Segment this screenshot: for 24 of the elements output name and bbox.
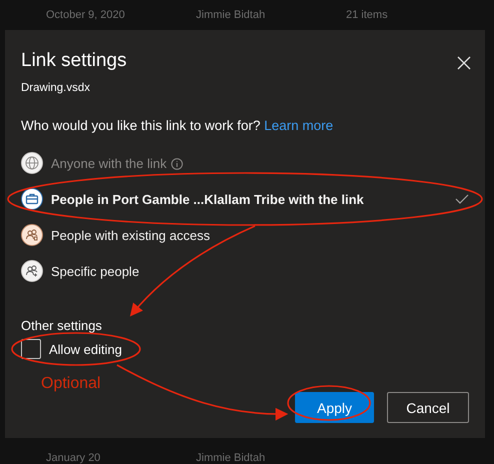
organization-option-icon [21,188,43,210]
anyone-option-icon [21,152,43,174]
apply-button[interactable]: Apply [295,392,374,423]
owner-text: Jimmie Bidtah [196,452,266,464]
learn-more-link[interactable]: Learn more [264,118,334,133]
file-name: Drawing.vsdx [21,82,92,94]
close-icon [457,56,471,70]
specific-option-icon [21,260,43,282]
existing-option-icon [21,224,43,246]
item-count-text: 21 items [346,9,389,21]
checkbox[interactable] [21,339,41,359]
section-heading: Other settings [21,318,103,333]
owner-text: Jimmie Bidtah [196,9,266,21]
annotation-label: Optional [41,375,101,392]
question-text: Who would you like this link to work for? Learn more [21,118,334,133]
link-option[interactable]: People in Port Gamble ...Klallam Tribe with the link [21,181,469,217]
date-text: January 20 [46,452,102,464]
checkbox-label: Allow editing [49,342,122,356]
date-text: October 9, 2020 [46,9,126,21]
check-icon [455,193,469,205]
cancel-button[interactable]: Cancel [387,392,469,423]
dialog-title: Link settings [21,50,127,72]
link-option[interactable]: People with existing access [21,217,469,253]
link-option[interactable]: Specific people [21,253,469,289]
